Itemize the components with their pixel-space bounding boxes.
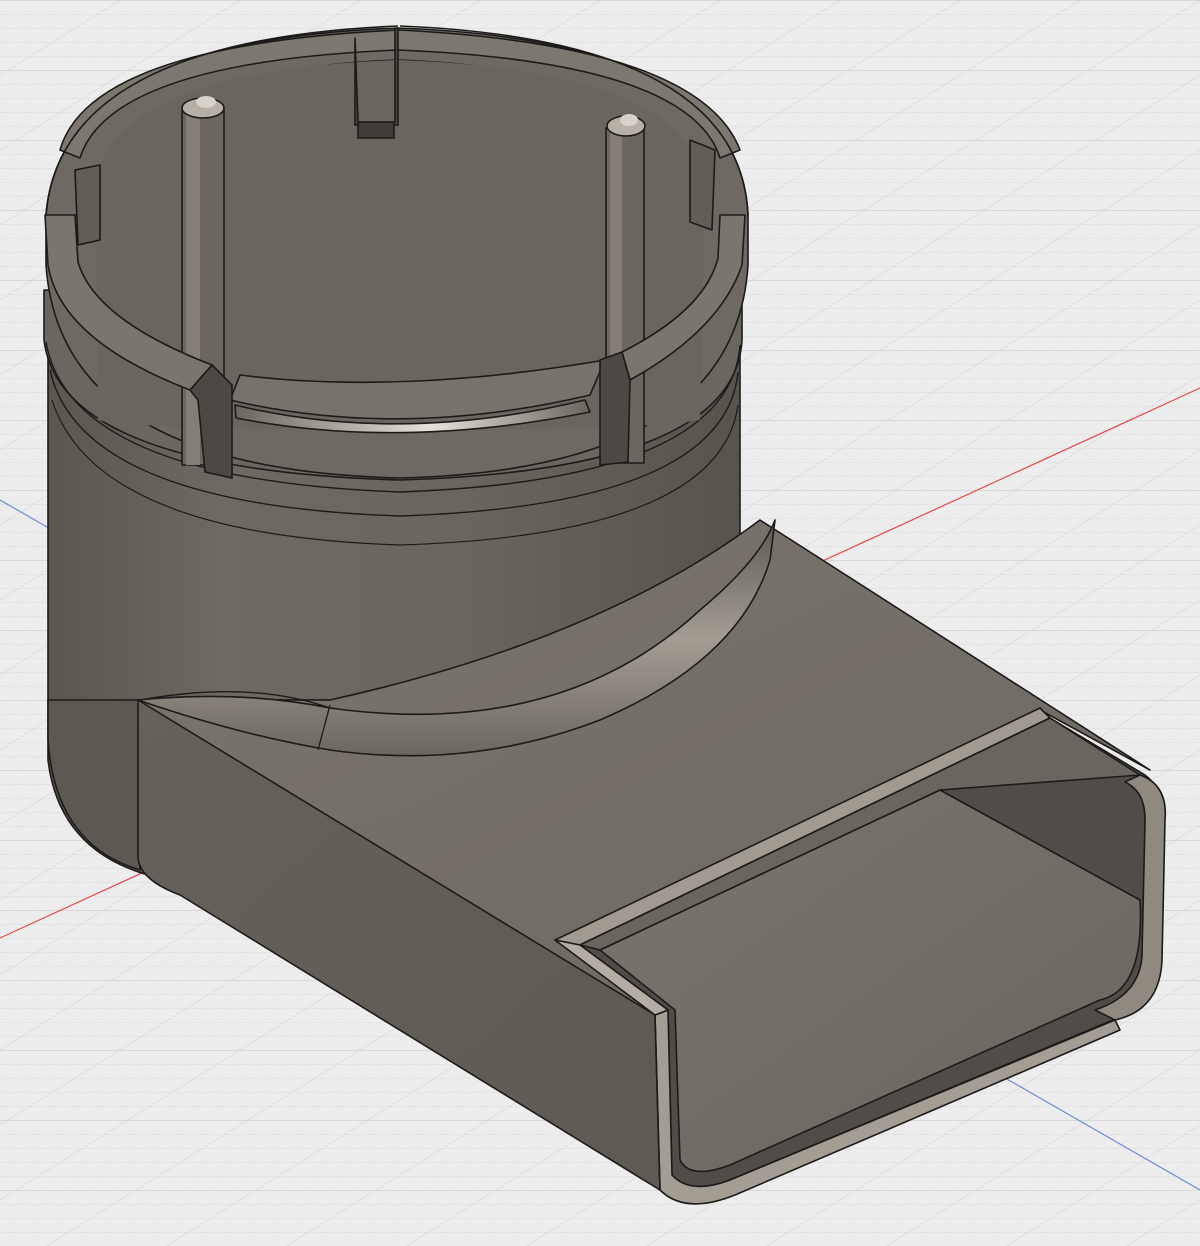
retention-tab-left-inner: [74, 164, 101, 246]
3d-model-viewport[interactable]: [0, 0, 1200, 1246]
collar-slot-right: [599, 351, 631, 466]
retention-tab-right-inner: [689, 139, 716, 231]
viewport-canvas[interactable]: [0, 0, 1200, 1246]
top-slot-floor: [357, 121, 395, 139]
